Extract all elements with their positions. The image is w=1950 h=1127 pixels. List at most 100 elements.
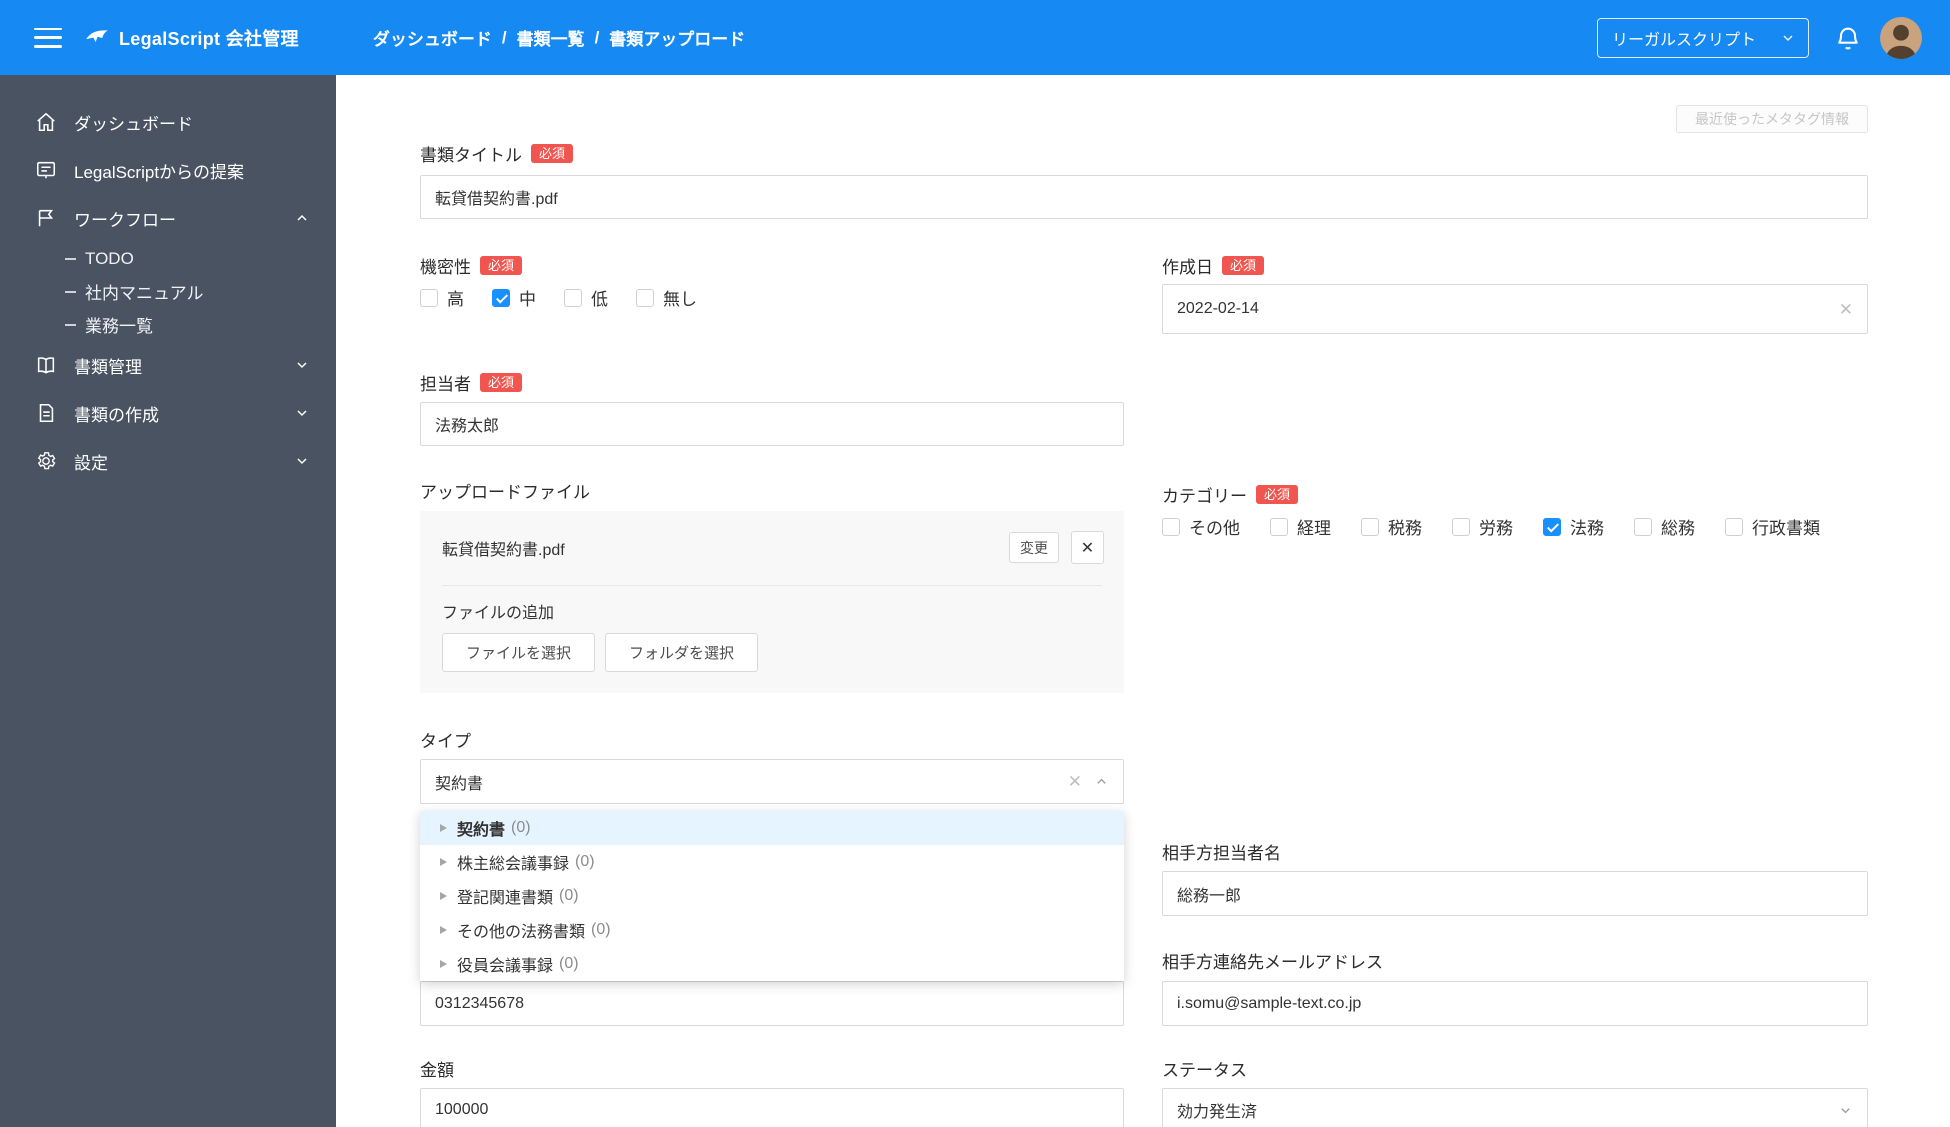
change-file-button[interactable]: 変更: [1009, 532, 1059, 563]
checkbox-general-affairs[interactable]: 総務: [1634, 514, 1695, 539]
status-select-value: 効力発生済: [1177, 1104, 1258, 1121]
clear-date-icon[interactable]: ✕: [1839, 301, 1853, 318]
upload-form: 最近使ったメタタグ情報 書類タイトル 必須 機密性 必須 高 中 低 無し 作成…: [336, 75, 1950, 1127]
type-option-contract[interactable]: 契約書 (0): [420, 811, 1124, 845]
sidebar-item-label: 書類管理: [74, 357, 142, 377]
counterpart-email-input[interactable]: [1162, 981, 1868, 1026]
person-in-charge-input[interactable]: [420, 402, 1124, 446]
clear-type-icon[interactable]: ✕: [1068, 773, 1082, 790]
organization-select[interactable]: リーガルスクリプト: [1597, 17, 1809, 58]
sidebar-item-settings[interactable]: 設定: [0, 437, 336, 485]
user-avatar[interactable]: [1880, 16, 1922, 59]
organization-select-value: リーガルスクリプト: [1612, 31, 1757, 49]
phone-number-input[interactable]: [420, 981, 1124, 1026]
document-icon: [35, 402, 57, 424]
checkbox-legal[interactable]: 法務: [1543, 514, 1604, 539]
panel-divider: [442, 585, 1102, 586]
checkbox-icon[interactable]: [1162, 517, 1180, 536]
checkbox-icon[interactable]: [1725, 517, 1743, 536]
checkbox-icon[interactable]: [1270, 517, 1288, 536]
gear-icon: [35, 450, 57, 472]
chevron-down-icon[interactable]: [294, 453, 310, 469]
checkbox-accounting[interactable]: 経理: [1270, 514, 1331, 539]
checkbox-tax[interactable]: 税務: [1361, 514, 1422, 539]
chevron-up-icon[interactable]: [294, 210, 310, 226]
type-option-shareholder-minutes[interactable]: 株主総会議事録 (0): [420, 845, 1124, 879]
person-in-charge-field-label: 担当者 必須: [420, 370, 523, 395]
checkbox-none[interactable]: 無し: [636, 285, 697, 310]
type-field-label: タイプ: [420, 732, 471, 751]
checkbox-icon[interactable]: [1361, 517, 1379, 536]
caret-right-icon[interactable]: [440, 824, 447, 832]
caret-right-icon[interactable]: [440, 892, 447, 900]
breadcrumb-item[interactable]: ダッシュボード: [373, 25, 492, 50]
chevron-down-icon[interactable]: [294, 405, 310, 421]
caret-right-icon[interactable]: [440, 960, 447, 968]
status-select[interactable]: 効力発生済: [1162, 1088, 1868, 1127]
checkbox-checked-icon[interactable]: [492, 288, 510, 307]
sidebar-item-document-management[interactable]: 書類管理: [0, 341, 336, 389]
chevron-up-icon: [1097, 778, 1106, 784]
recent-metatag-button[interactable]: 最近使ったメタタグ情報: [1676, 105, 1868, 133]
sidebar-item-label: 書類の作成: [74, 405, 159, 425]
uploaded-file-row: 転貸借契約書.pdf 変更 ✕: [442, 531, 1104, 564]
app-logo[interactable]: LegalScript 会社管理: [84, 25, 299, 51]
sidebar-subitem-task-list[interactable]: 業務一覧: [0, 308, 336, 341]
checkbox-icon[interactable]: [1452, 517, 1470, 536]
status-field-label: ステータス: [1162, 1061, 1247, 1080]
type-option-registration-docs[interactable]: 登記関連書類 (0): [420, 879, 1124, 913]
checkbox-medium[interactable]: 中: [492, 285, 536, 310]
type-select[interactable]: 契約書 ✕: [420, 759, 1124, 804]
select-file-button[interactable]: ファイルを選択: [442, 633, 596, 672]
type-option-other-legal-docs[interactable]: その他の法務書類 (0): [420, 913, 1124, 947]
required-badge: 必須: [480, 256, 523, 275]
book-icon: [35, 354, 57, 376]
logo-text: LegalScript 会社管理: [119, 28, 299, 49]
breadcrumb-separator: /: [501, 27, 507, 47]
sidebar-item-dashboard[interactable]: ダッシュボード: [0, 98, 336, 146]
notification-bell-icon[interactable]: [1834, 24, 1862, 52]
breadcrumb-item[interactable]: 書類アップロード: [609, 25, 745, 50]
type-option-board-minutes[interactable]: 役員会議事録 (0): [420, 947, 1124, 981]
sidebar-subitem-manual[interactable]: 社内マニュアル: [0, 275, 336, 308]
checkbox-icon[interactable]: [564, 288, 582, 307]
checkbox-labor[interactable]: 労務: [1452, 514, 1513, 539]
checkbox-checked-icon[interactable]: [1543, 517, 1561, 536]
created-date-input[interactable]: 2022-02-14 ✕: [1162, 284, 1868, 334]
checkbox-administrative-docs[interactable]: 行政書類: [1725, 514, 1820, 539]
remove-file-button[interactable]: ✕: [1071, 531, 1104, 564]
counterpart-name-input[interactable]: [1162, 871, 1868, 916]
checkbox-icon[interactable]: [420, 288, 438, 307]
confidentiality-field-label: 機密性 必須: [420, 253, 523, 278]
suggestion-icon: [35, 159, 57, 181]
sidebar-item-suggestions[interactable]: LegalScriptからの提案: [0, 146, 336, 194]
title-input[interactable]: [420, 175, 1868, 219]
sidebar-item-label: 設定: [74, 453, 108, 473]
select-folder-button[interactable]: フォルダを選択: [605, 633, 759, 672]
sidebar-item-document-creation[interactable]: 書類の作成: [0, 389, 336, 437]
required-badge: 必須: [1222, 256, 1265, 275]
sidebar-subitem-todo[interactable]: TODO: [0, 242, 336, 275]
required-badge: 必須: [480, 373, 523, 392]
checkbox-icon[interactable]: [636, 288, 654, 307]
breadcrumb-item[interactable]: 書類一覧: [517, 25, 585, 50]
counterpart-email-field-label: 相手方連絡先メールアドレス: [1162, 953, 1383, 972]
chevron-down-icon[interactable]: [294, 357, 310, 373]
chevron-down-icon: [1783, 34, 1793, 41]
caret-right-icon[interactable]: [440, 926, 447, 934]
checkbox-icon[interactable]: [1634, 517, 1652, 536]
menu-toggle-icon[interactable]: [34, 27, 62, 48]
caret-right-icon[interactable]: [440, 858, 447, 866]
amount-input[interactable]: [420, 1088, 1124, 1127]
uploaded-file-name: 転貸借契約書.pdf: [442, 541, 565, 559]
breadcrumb: ダッシュボード / 書類一覧 / 書類アップロード: [373, 25, 745, 50]
avatar-image: [1880, 16, 1922, 59]
sidebar-item-workflow[interactable]: ワークフロー: [0, 194, 336, 242]
flag-icon: [35, 207, 57, 229]
checkbox-low[interactable]: 低: [564, 285, 608, 310]
sidebar-item-label: LegalScriptからの提案: [74, 162, 245, 182]
home-icon: [35, 111, 57, 133]
checkbox-high[interactable]: 高: [420, 285, 464, 310]
upload-file-panel: 転貸借契約書.pdf 変更 ✕ ファイルの追加 ファイルを選択 フォルダを選択: [420, 511, 1124, 693]
checkbox-other[interactable]: その他: [1162, 514, 1240, 539]
